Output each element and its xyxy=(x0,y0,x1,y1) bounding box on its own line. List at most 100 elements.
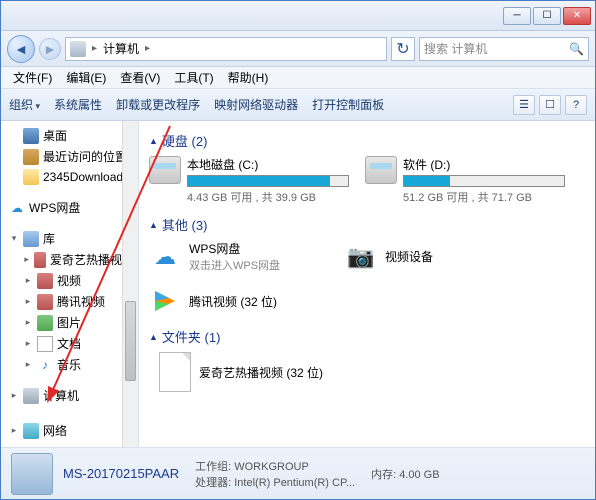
item-name: 腾讯视频 (32 位) xyxy=(189,293,277,310)
drive-free-text: 51.2 GB 可用 , 共 71.7 GB xyxy=(403,189,565,205)
item-name: WPS网盘 xyxy=(189,240,280,257)
view-mode-button[interactable]: ☰ xyxy=(513,95,535,115)
minimize-button[interactable]: ─ xyxy=(503,7,531,25)
menu-tools[interactable]: 工具(T) xyxy=(168,67,219,88)
sidebar-label: 计算机 xyxy=(43,387,79,404)
drive-free-text: 4.43 GB 可用 , 共 39.9 GB xyxy=(187,189,349,205)
expand-icon[interactable]: ▸ xyxy=(9,390,19,401)
search-placeholder: 搜索 计算机 xyxy=(424,40,487,57)
menu-edit[interactable]: 编辑(E) xyxy=(60,67,112,88)
toolbar-map-drive[interactable]: 映射网络驱动器 xyxy=(214,96,298,113)
breadcrumb[interactable]: ▸ 计算机 ▸ xyxy=(65,37,387,61)
preview-pane-button[interactable]: ☐ xyxy=(539,95,561,115)
expand-icon[interactable]: ▸ xyxy=(23,296,33,307)
section-label: 文件夹 (1) xyxy=(162,327,221,346)
chevron-icon: ▸ xyxy=(145,43,150,54)
sidebar-label: 音乐 xyxy=(57,356,81,373)
sidebar-item-music[interactable]: ▸♪音乐 xyxy=(1,354,138,375)
wps-cloud-icon: ☁ xyxy=(149,241,181,273)
drive-name: 软件 (D:) xyxy=(403,156,565,173)
expand-icon[interactable]: ▸ xyxy=(23,275,33,286)
sidebar-scrollbar[interactable] xyxy=(122,121,138,447)
section-hard-drives[interactable]: ▲ 硬盘 (2) xyxy=(149,131,585,150)
scrollbar-thumb[interactable] xyxy=(125,301,136,381)
triangle-icon: ▲ xyxy=(149,136,158,146)
expand-icon[interactable]: ▸ xyxy=(23,317,33,328)
sidebar-item-wps[interactable]: ☁WPS网盘 xyxy=(1,197,138,218)
help-button[interactable]: ? xyxy=(565,95,587,115)
sidebar-item-desktop[interactable]: 桌面 xyxy=(1,125,138,146)
toolbar: 组织 系统属性 卸载或更改程序 映射网络驱动器 打开控制面板 ☰ ☐ ? xyxy=(1,89,595,121)
search-input[interactable]: 搜索 计算机 🔍 xyxy=(419,37,589,61)
sidebar-item-video[interactable]: ▸ 视频 xyxy=(1,270,138,291)
nav-forward-button[interactable]: ► xyxy=(39,38,61,60)
toolbar-system-properties[interactable]: 系统属性 xyxy=(54,96,102,113)
expand-icon[interactable]: ▸ xyxy=(23,338,33,349)
sidebar: 桌面 最近访问的位置 2345Downloads ☁WPS网盘 ▾库 ▸爱奇艺热… xyxy=(1,121,139,447)
sidebar-label: 库 xyxy=(43,230,55,247)
item-wps[interactable]: ☁ WPS网盘双击进入WPS网盘 xyxy=(149,240,329,273)
expand-icon[interactable]: ▸ xyxy=(9,425,19,436)
sidebar-label: 最近访问的位置 xyxy=(43,148,127,165)
menu-help[interactable]: 帮助(H) xyxy=(222,67,275,88)
nav-bar: ◄ ► ▸ 计算机 ▸ ↻ 搜索 计算机 🔍 xyxy=(1,31,595,67)
toolbar-uninstall[interactable]: 卸载或更改程序 xyxy=(116,96,200,113)
computer-icon xyxy=(70,41,86,57)
sidebar-item-aiqiyi[interactable]: ▸爱奇艺热播视频 xyxy=(1,249,138,270)
folder-icon xyxy=(23,169,39,185)
folder-aiqiyi[interactable]: 爱奇艺热播视频 (32 位) xyxy=(159,352,585,392)
video-icon xyxy=(37,294,53,310)
drive-icon xyxy=(365,156,397,184)
sidebar-label: WPS网盘 xyxy=(29,199,80,216)
content-pane: ▲ 硬盘 (2) 本地磁盘 (C:) 4.43 GB 可用 , 共 39.9 GB… xyxy=(139,121,595,447)
section-label: 硬盘 (2) xyxy=(162,131,208,150)
pictures-icon xyxy=(37,315,53,331)
sidebar-item-network[interactable]: ▸网络 xyxy=(1,420,138,441)
sidebar-item-tencent[interactable]: ▸腾讯视频 xyxy=(1,291,138,312)
desktop-icon xyxy=(23,128,39,144)
sidebar-label: 2345Downloads xyxy=(43,170,129,184)
section-label: 其他 (3) xyxy=(162,215,208,234)
toolbar-organize[interactable]: 组织 xyxy=(9,96,40,113)
chevron-icon: ▸ xyxy=(92,43,97,54)
sidebar-label: 桌面 xyxy=(43,127,67,144)
drive-c[interactable]: 本地磁盘 (C:) 4.43 GB 可用 , 共 39.9 GB xyxy=(149,156,349,205)
toolbar-control-panel[interactable]: 打开控制面板 xyxy=(312,96,384,113)
expand-icon[interactable]: ▸ xyxy=(23,359,33,370)
expand-icon[interactable]: ▾ xyxy=(9,233,19,244)
wps-icon: ☁ xyxy=(9,200,25,216)
recent-icon xyxy=(23,149,39,165)
drive-usage-bar xyxy=(187,175,349,187)
expand-icon[interactable]: ▸ xyxy=(23,254,30,265)
status-cpu-label: 处理器: xyxy=(195,477,231,489)
file-icon xyxy=(159,352,191,392)
sidebar-item-downloads[interactable]: 2345Downloads xyxy=(1,167,138,187)
item-tencent-video[interactable]: 腾讯视频 (32 位) xyxy=(149,285,329,317)
sidebar-item-recent[interactable]: 最近访问的位置 xyxy=(1,146,138,167)
sidebar-item-computer[interactable]: ▸ 计算机 xyxy=(1,385,138,406)
sidebar-label: 视频 xyxy=(57,272,81,289)
close-button[interactable]: ✕ xyxy=(563,7,591,25)
menu-file[interactable]: 文件(F) xyxy=(7,67,58,88)
library-icon xyxy=(23,231,39,247)
breadcrumb-computer[interactable]: 计算机 xyxy=(103,40,139,57)
item-name: 视频设备 xyxy=(385,248,433,265)
status-mem-label: 内存: xyxy=(371,469,396,481)
status-computer-name: MS-20170215PAAR xyxy=(63,466,179,481)
sidebar-item-library[interactable]: ▾库 xyxy=(1,228,138,249)
section-folders[interactable]: ▲文件夹 (1) xyxy=(149,327,585,346)
sidebar-item-documents[interactable]: ▸ 文档 xyxy=(1,333,138,354)
maximize-button[interactable]: ☐ xyxy=(533,7,561,25)
menu-view[interactable]: 查看(V) xyxy=(114,67,166,88)
computer-icon xyxy=(23,388,39,404)
nav-back-button[interactable]: ◄ xyxy=(7,35,35,63)
sidebar-item-pictures[interactable]: ▸图片 xyxy=(1,312,138,333)
documents-icon xyxy=(37,336,53,352)
drive-d[interactable]: 软件 (D:) 51.2 GB 可用 , 共 71.7 GB xyxy=(365,156,565,205)
section-other[interactable]: ▲其他 (3) xyxy=(149,215,585,234)
menu-bar: 文件(F) 编辑(E) 查看(V) 工具(T) 帮助(H) xyxy=(1,67,595,89)
item-video-device[interactable]: 📷 视频设备 xyxy=(345,240,525,273)
sidebar-label: 文档 xyxy=(57,335,81,352)
status-workgroup: WORKGROUP xyxy=(234,461,309,473)
refresh-button[interactable]: ↻ xyxy=(391,37,415,61)
